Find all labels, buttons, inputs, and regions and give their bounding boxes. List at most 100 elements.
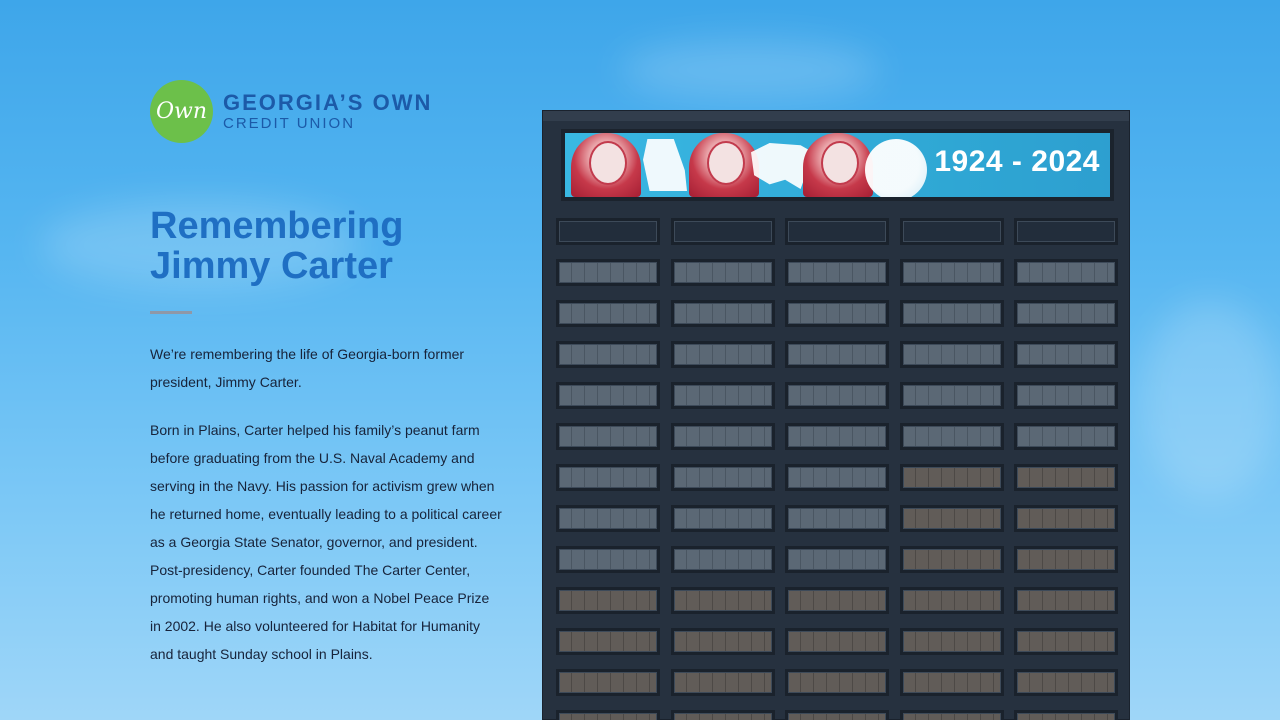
window-pane <box>1014 710 1118 720</box>
window-pane <box>556 587 660 614</box>
window-pane <box>899 505 1004 532</box>
banner-artwork: 1924 - 2024 <box>565 133 1110 197</box>
window-pane <box>670 546 775 573</box>
window-pane <box>556 300 660 327</box>
window-pane <box>785 628 889 655</box>
window-pane <box>1014 628 1118 655</box>
title-line-1: Remembering <box>150 205 404 247</box>
window-pane <box>785 218 889 245</box>
window-pane <box>785 341 889 368</box>
window-pane <box>899 710 1004 720</box>
window-pane <box>670 423 775 450</box>
article-body: We’re remembering the life of Georgia-bo… <box>150 340 502 688</box>
window-row <box>556 218 1118 245</box>
window-row <box>556 464 1118 491</box>
window-row <box>556 382 1118 409</box>
window-pane <box>899 218 1004 245</box>
window-pane <box>556 259 660 286</box>
window-pane <box>785 669 889 696</box>
window-pane <box>670 464 775 491</box>
page-title: Remembering Jimmy Carter <box>150 206 510 286</box>
window-pane <box>1014 546 1118 573</box>
window-pane <box>785 710 889 720</box>
building-illustration: 1924 - 2024 <box>542 110 1130 720</box>
window-pane <box>556 464 660 491</box>
window-pane <box>1014 587 1118 614</box>
window-pane <box>556 341 660 368</box>
window-pane <box>1014 259 1118 286</box>
window-pane <box>670 341 775 368</box>
window-pane <box>556 218 660 245</box>
window-pane <box>899 382 1004 409</box>
own-logo-badge: Own <box>150 80 213 143</box>
window-row <box>556 300 1118 327</box>
window-pane <box>785 464 889 491</box>
window-pane <box>785 300 889 327</box>
window-pane <box>785 423 889 450</box>
window-pane <box>670 300 775 327</box>
window-pane <box>670 382 775 409</box>
window-pane <box>1014 300 1118 327</box>
logo-line-2: CREDIT UNION <box>223 114 356 132</box>
window-pane <box>899 300 1004 327</box>
intro-paragraph: We’re remembering the life of Georgia-bo… <box>150 346 465 390</box>
building-roof <box>543 111 1129 121</box>
window-pane <box>899 341 1004 368</box>
window-pane <box>1014 341 1118 368</box>
window-pane <box>785 587 889 614</box>
sky-cloud <box>620 40 880 100</box>
window-pane <box>556 628 660 655</box>
window-pane <box>899 259 1004 286</box>
georgias-own-logo[interactable]: Own GEORGIA’S OWN CREDIT UNION <box>150 80 432 143</box>
window-row <box>556 710 1118 720</box>
window-pane <box>1014 423 1118 450</box>
window-row <box>556 341 1118 368</box>
window-pane <box>785 546 889 573</box>
globe-icon <box>865 139 927 197</box>
window-pane <box>899 628 1004 655</box>
window-pane <box>556 423 660 450</box>
window-row <box>556 423 1118 450</box>
window-pane <box>670 587 775 614</box>
window-row <box>556 505 1118 532</box>
window-pane <box>785 259 889 286</box>
window-pane <box>670 710 775 720</box>
window-pane <box>670 628 775 655</box>
window-pane <box>556 505 660 532</box>
window-pane <box>670 669 775 696</box>
biography-paragraph: Born in Plains, Carter helped his family… <box>150 422 502 662</box>
window-pane <box>670 259 775 286</box>
carter-portrait-young <box>571 133 641 197</box>
window-row <box>556 259 1118 286</box>
carter-portrait-middle <box>689 133 759 197</box>
window-row <box>556 587 1118 614</box>
window-pane <box>556 382 660 409</box>
window-pane <box>670 218 775 245</box>
window-pane <box>1014 669 1118 696</box>
title-divider <box>150 311 192 314</box>
window-row <box>556 669 1118 696</box>
title-line-2: Jimmy Carter <box>150 245 393 287</box>
window-pane <box>785 382 889 409</box>
window-pane <box>785 505 889 532</box>
window-pane <box>899 464 1004 491</box>
window-row <box>556 546 1118 573</box>
window-pane <box>1014 382 1118 409</box>
window-pane <box>899 669 1004 696</box>
building-windows <box>556 218 1118 720</box>
window-pane <box>556 710 660 720</box>
window-pane <box>899 546 1004 573</box>
window-pane <box>1014 218 1118 245</box>
window-pane <box>1014 464 1118 491</box>
georgia-map-icon <box>643 139 687 191</box>
memorial-banner: 1924 - 2024 <box>561 129 1114 201</box>
window-pane <box>556 546 660 573</box>
logo-wordmark: GEORGIA’S OWN CREDIT UNION <box>223 90 432 133</box>
window-pane <box>556 669 660 696</box>
window-pane <box>670 505 775 532</box>
banner-years: 1924 - 2024 <box>934 145 1100 178</box>
sky-cloud <box>1140 300 1280 500</box>
window-row <box>556 628 1118 655</box>
window-pane <box>1014 505 1118 532</box>
carter-portrait-elder <box>803 133 873 197</box>
